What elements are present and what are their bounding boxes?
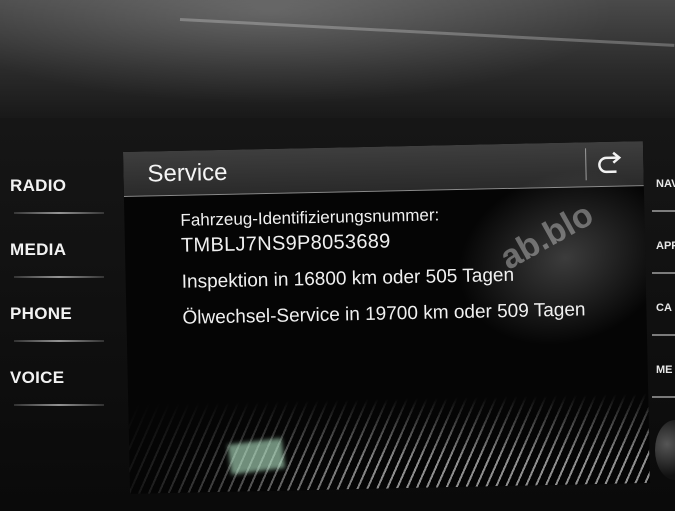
- app-key[interactable]: APP: [650, 212, 675, 274]
- inspection-info: Inspektion in 16800 km oder 505 Tagen: [181, 264, 515, 293]
- dashboard-surface: [0, 0, 675, 120]
- left-hardkeys: RADIO MEDIA PHONE VOICE: [0, 150, 110, 406]
- phone-key-label: PHONE: [10, 304, 72, 323]
- oil-service-info: Ölwechsel-Service in 19700 km oder 509 T…: [182, 299, 586, 329]
- vin-value: TMBLJ7NS9P8053689: [180, 230, 391, 257]
- car-key-label: CA: [656, 302, 672, 314]
- phone-key[interactable]: PHONE: [0, 278, 110, 342]
- menu-key-label: ME: [656, 364, 673, 376]
- service-info: Fahrzeug-Identifizierungsnummer: TMBLJ7N…: [180, 202, 586, 329]
- voice-key-label: VOICE: [10, 368, 65, 387]
- radio-key[interactable]: RADIO: [0, 150, 110, 214]
- back-button[interactable]: [589, 145, 630, 182]
- back-arrow-icon: [598, 151, 622, 174]
- service-screen: Service ab.blo Fahrzeug-Identifizierungs…: [123, 141, 651, 494]
- voice-key[interactable]: VOICE: [0, 342, 110, 406]
- menu-key[interactable]: ME: [650, 336, 675, 398]
- header-divider: [585, 148, 587, 181]
- photo-frame: RADIO MEDIA PHONE VOICE Service ab.blo F…: [0, 0, 675, 511]
- nav-key[interactable]: NAV: [650, 150, 675, 212]
- media-key[interactable]: MEDIA: [0, 214, 110, 278]
- screen-header: Service: [123, 141, 644, 197]
- right-hardkeys: NAV APP CA ME: [650, 150, 675, 398]
- app-key-label: APP: [656, 240, 675, 252]
- radio-key-label: RADIO: [10, 176, 67, 195]
- page-title: Service: [147, 158, 228, 188]
- media-key-label: MEDIA: [10, 240, 67, 259]
- car-key[interactable]: CA: [650, 274, 675, 336]
- vin-label: Fahrzeug-Identifizierungsnummer:: [180, 205, 440, 230]
- nav-key-label: NAV: [656, 178, 675, 190]
